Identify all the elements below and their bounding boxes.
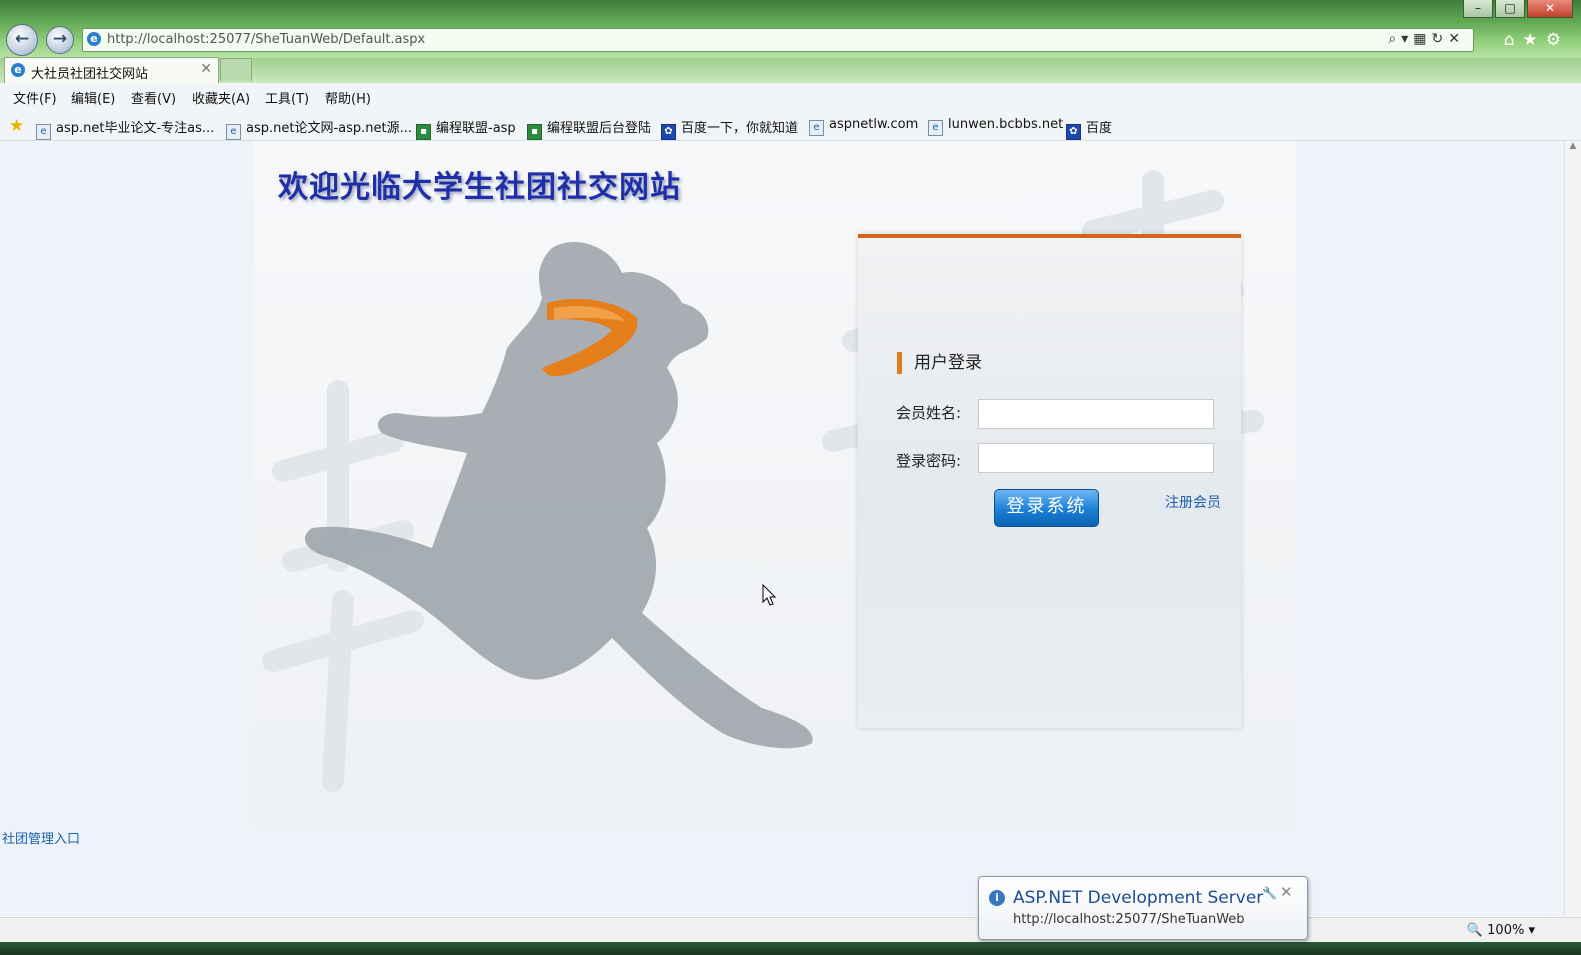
scroll-up-icon[interactable]: ▲	[1565, 141, 1581, 151]
address-tools: ⌕▾▦↻✕	[1388, 31, 1465, 47]
favorite-link[interactable]: e aspnetlw.com	[809, 117, 918, 136]
new-tab-button[interactable]	[220, 58, 252, 81]
favorite-link[interactable]: ▪ 编程联盟-asp	[416, 117, 516, 140]
password-input[interactable]	[978, 443, 1214, 473]
favorites-star-icon[interactable]: ★	[9, 116, 24, 136]
gear-icon[interactable]: ⚙	[1546, 30, 1569, 50]
menu-file[interactable]: 文件(F)	[13, 88, 57, 107]
favorite-link[interactable]: ▪ 编程联盟后台登陆	[527, 117, 651, 140]
info-icon: i	[989, 890, 1005, 906]
ie-page-icon: e	[809, 120, 824, 136]
search-icon[interactable]: ⌕	[1388, 31, 1401, 47]
notification-url: http://localhost:25077/SheTuanWeb	[1013, 912, 1245, 927]
menu-help[interactable]: 帮助(H)	[325, 88, 371, 107]
register-link[interactable]: 注册会员	[1165, 492, 1221, 512]
username-label: 会员姓名:	[896, 404, 962, 422]
close-icon[interactable]: ✕	[1280, 883, 1293, 901]
ie-page-icon: e	[226, 124, 241, 140]
forward-arrow-icon: →	[52, 29, 68, 49]
ie-page-icon: e	[11, 63, 25, 77]
window-controls: – □ ✕	[1463, 0, 1573, 18]
forward-button[interactable]: →	[46, 26, 74, 54]
ie-page-icon: e	[36, 124, 51, 140]
home-icon[interactable]: ⌂	[1504, 30, 1523, 50]
login-button[interactable]: 登录系统	[994, 489, 1099, 527]
green-site-icon: ▪	[527, 124, 542, 140]
chevron-down-icon[interactable]: ▾	[1401, 31, 1413, 47]
baidu-paw-icon: ✿	[661, 124, 676, 140]
password-label: 登录密码:	[896, 452, 962, 470]
login-panel	[858, 234, 1241, 728]
refresh-icon[interactable]: ↻	[1432, 31, 1449, 47]
mouse-pointer-icon	[762, 584, 777, 606]
favorite-link[interactable]: ✿ 百度一下，你就知道	[661, 117, 798, 140]
favorites-bar: ★ e asp.net毕业论文-专注as... e asp.net论文网-asp.n…	[0, 109, 1581, 141]
username-input[interactable]	[978, 399, 1214, 429]
compat-view-icon[interactable]: ▦	[1413, 31, 1431, 47]
address-url[interactable]: http://localhost:25077/SheTuanWeb/Defaul…	[107, 32, 425, 47]
tab-title: 大社员社团社交网站	[31, 67, 149, 82]
wrench-icon[interactable]: 🔧	[1262, 886, 1277, 900]
menu-bar: 文件(F) 编辑(E) 查看(V) 收藏夹(A) 工具(T) 帮助(H)	[0, 83, 1581, 109]
menu-edit[interactable]: 编辑(E)	[71, 88, 115, 107]
chevron-down-icon[interactable]: ▾	[1528, 923, 1535, 938]
favorite-link[interactable]: e lunwen.bcbbs.net	[928, 117, 1063, 136]
favorite-link[interactable]: e asp.net毕业论文-专注as...	[36, 117, 214, 140]
ie-page-icon: e	[928, 120, 943, 136]
address-bar[interactable]: e http://localhost:25077/SheTuanWeb/Defa…	[82, 28, 1474, 52]
vertical-scrollbar[interactable]: ▲	[1564, 141, 1581, 917]
zoom-level[interactable]: 🔍 100% ▾	[1467, 923, 1535, 938]
menu-view[interactable]: 查看(V)	[131, 88, 176, 107]
browser-toolbar-right: ⌂★⚙	[1504, 30, 1569, 50]
menu-favorites[interactable]: 收藏夹(A)	[192, 88, 250, 107]
maximize-button[interactable]: □	[1495, 0, 1525, 18]
back-arrow-icon: ←	[14, 29, 30, 49]
running-figure-illustration	[304, 242, 813, 749]
zoom-magnifier-icon: 🔍	[1466, 923, 1484, 938]
tab-active[interactable]: e 大社员社团社交网站 ✕	[4, 57, 219, 83]
ie-page-icon: e	[87, 32, 101, 46]
baidu-paw-icon: ✿	[1066, 124, 1081, 140]
favorites-star-icon[interactable]: ★	[1523, 30, 1546, 50]
notification-title: ASP.NET Development Server	[1013, 888, 1264, 908]
admin-entry-link[interactable]: 社团管理入口	[2, 828, 80, 847]
green-site-icon: ▪	[416, 124, 431, 140]
notification-toast[interactable]: i ASP.NET Development Server http://loca…	[978, 876, 1308, 940]
status-bar: 🔍 100% ▾	[0, 917, 1581, 943]
favorite-link[interactable]: e asp.net论文网-asp.net源...	[226, 117, 412, 140]
stop-icon[interactable]: ✕	[1448, 31, 1465, 47]
os-taskbar	[0, 942, 1581, 955]
favorite-link[interactable]: ✿ 百度	[1066, 117, 1112, 140]
site-title: 欢迎光临大学生社团社交网站	[278, 170, 681, 205]
tab-close-icon[interactable]: ✕	[200, 61, 212, 77]
close-window-button[interactable]: ✕	[1527, 0, 1573, 18]
login-heading: 用户登录	[897, 352, 982, 374]
back-button[interactable]: ←	[6, 24, 38, 56]
minimize-button[interactable]: –	[1463, 0, 1493, 18]
menu-tools[interactable]: 工具(T)	[265, 88, 309, 107]
